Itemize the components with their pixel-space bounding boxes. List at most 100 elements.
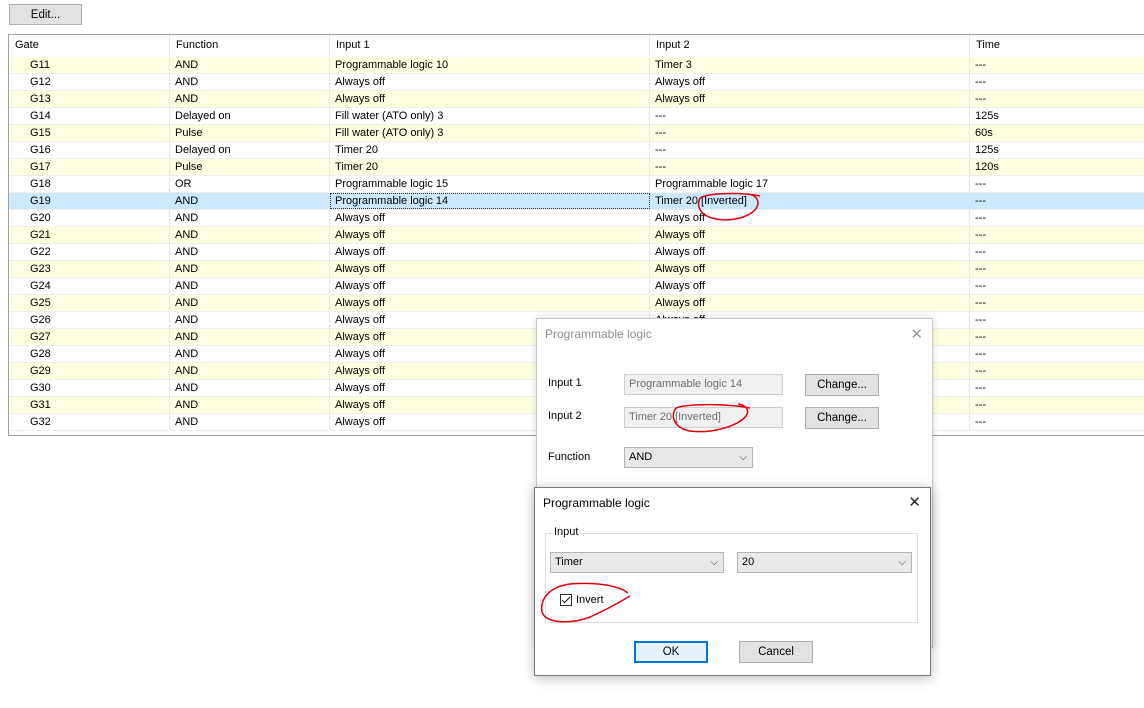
gate-cell: G17 xyxy=(9,159,170,175)
function-cell: Pulse xyxy=(170,125,330,141)
table-row[interactable]: G18 OR Programmable logic 15 Programmable l… xyxy=(9,176,1144,193)
gate-cell: G22 xyxy=(9,244,170,260)
time-cell: --- xyxy=(975,280,986,292)
change-input2-button[interactable]: Change... xyxy=(805,407,879,429)
table-row[interactable]: G24 AND Always off Always off --- xyxy=(9,278,1144,295)
input1-cell: Always off xyxy=(330,295,650,311)
input2-cell: Always off xyxy=(650,74,970,90)
time-cell: --- xyxy=(975,93,986,105)
dialog-title: Programmable logic xyxy=(545,327,652,341)
input2-cell: Programmable logic 17 xyxy=(650,176,970,192)
function-cell: AND xyxy=(170,74,330,90)
time-cell: --- xyxy=(975,399,986,411)
input2-cell: Timer 20 [Inverted] xyxy=(650,193,970,209)
table-row[interactable]: G25 AND Always off Always off --- xyxy=(9,295,1144,312)
function-cell: AND xyxy=(170,363,330,379)
time-cell: --- xyxy=(975,416,986,428)
table-row[interactable]: G16 Delayed on Timer 20 --- 125s xyxy=(9,142,1144,159)
table-row[interactable]: G15 Pulse Fill water (ATO only) 3 --- 60s xyxy=(9,125,1144,142)
function-select[interactable]: AND ⌵ xyxy=(624,447,753,468)
close-icon[interactable]: ✕ xyxy=(908,495,921,510)
input2-cell: Always off xyxy=(650,295,970,311)
gate-cell: G30 xyxy=(9,380,170,396)
dialog-title: Programmable logic xyxy=(543,496,650,510)
input1-field: Programmable logic 14 xyxy=(624,374,783,395)
gate-cell: G24 xyxy=(9,278,170,294)
table-row[interactable]: G13 AND Always off Always off --- xyxy=(9,91,1144,108)
chevron-down-icon: ⌵ xyxy=(898,557,906,568)
column-header-input2[interactable]: Input 2 xyxy=(650,35,970,56)
gate-cell: G27 xyxy=(9,329,170,345)
column-header-function[interactable]: Function xyxy=(170,35,330,56)
input2-cell: Always off xyxy=(650,227,970,243)
input-type-value: Timer xyxy=(555,556,583,568)
time-cell: --- xyxy=(975,297,986,309)
time-cell: 125s xyxy=(975,110,999,122)
input1-cell: Always off xyxy=(330,278,650,294)
time-cell: --- xyxy=(975,212,986,224)
input-number-select[interactable]: 20 ⌵ xyxy=(737,552,912,573)
gate-cell: G21 xyxy=(9,227,170,243)
function-label: Function xyxy=(548,451,591,463)
table-row[interactable]: G21 AND Always off Always off --- xyxy=(9,227,1144,244)
edit-button[interactable]: Edit... xyxy=(9,4,82,25)
table-row[interactable]: G17 Pulse Timer 20 --- 120s xyxy=(9,159,1144,176)
checkmark-icon[interactable] xyxy=(560,594,572,606)
function-cell: AND xyxy=(170,210,330,226)
input2-cell: --- xyxy=(650,108,970,124)
invert-label: Invert xyxy=(576,594,604,606)
function-cell: AND xyxy=(170,295,330,311)
gate-cell: G11 xyxy=(9,57,170,73)
table-row[interactable]: G23 AND Always off Always off --- xyxy=(9,261,1144,278)
time-cell: --- xyxy=(975,263,986,275)
column-header-time[interactable]: Time xyxy=(970,35,1144,56)
input1-cell: Programmable logic 15 xyxy=(330,176,650,192)
gate-cell: G26 xyxy=(9,312,170,328)
column-header-input1[interactable]: Input 1 xyxy=(330,35,650,56)
table-row[interactable]: G14 Delayed on Fill water (ATO only) 3 --- 1… xyxy=(9,108,1144,125)
gate-cell: G31 xyxy=(9,397,170,413)
gate-cell: G19 xyxy=(9,193,170,209)
input1-cell: Programmable logic 10 xyxy=(330,57,650,73)
gate-cell: G20 xyxy=(9,210,170,226)
function-cell: AND xyxy=(170,91,330,107)
gate-cell: G25 xyxy=(9,295,170,311)
time-cell: --- xyxy=(975,365,986,377)
function-cell: AND xyxy=(170,329,330,345)
input2-cell: Timer 3 xyxy=(650,57,970,73)
table-row[interactable]: G11 AND Programmable logic 10 Timer 3 --- xyxy=(9,57,1144,74)
time-cell: --- xyxy=(975,246,986,258)
ok-button[interactable]: OK xyxy=(634,641,708,663)
function-cell: AND xyxy=(170,261,330,277)
change-input1-button[interactable]: Change... xyxy=(805,374,879,396)
table-row[interactable]: G20 AND Always off Always off --- xyxy=(9,210,1144,227)
close-icon[interactable]: ✕ xyxy=(910,327,923,342)
gate-cell: G29 xyxy=(9,363,170,379)
time-cell: --- xyxy=(975,229,986,241)
input2-cell: --- xyxy=(650,125,970,141)
function-cell: AND xyxy=(170,414,330,430)
function-cell: AND xyxy=(170,380,330,396)
input1-cell: Always off xyxy=(330,244,650,260)
input2-cell: Always off xyxy=(650,278,970,294)
input-type-select[interactable]: Timer ⌵ xyxy=(550,552,724,573)
gate-cell: G28 xyxy=(9,346,170,362)
function-cell: AND xyxy=(170,346,330,362)
input2-cell: Always off xyxy=(650,210,970,226)
invert-checkbox-row[interactable]: Invert xyxy=(560,594,604,606)
time-cell: --- xyxy=(975,178,986,190)
table-row[interactable]: G19 AND Programmable logic 14 Timer 20 [Inv… xyxy=(9,193,1144,210)
table-row[interactable]: G12 AND Always off Always off --- xyxy=(9,74,1144,91)
input2-label: Input 2 xyxy=(548,410,582,422)
function-cell: AND xyxy=(170,312,330,328)
function-value: AND xyxy=(629,451,653,463)
function-cell: Pulse xyxy=(170,159,330,175)
time-cell: --- xyxy=(975,348,986,360)
time-cell: --- xyxy=(975,195,986,207)
input1-cell: Always off xyxy=(330,210,650,226)
table-row[interactable]: G22 AND Always off Always off --- xyxy=(9,244,1144,261)
function-cell: AND xyxy=(170,397,330,413)
cancel-button[interactable]: Cancel xyxy=(739,641,813,663)
time-cell: --- xyxy=(975,76,986,88)
column-header-gate[interactable]: Gate xyxy=(9,35,170,56)
